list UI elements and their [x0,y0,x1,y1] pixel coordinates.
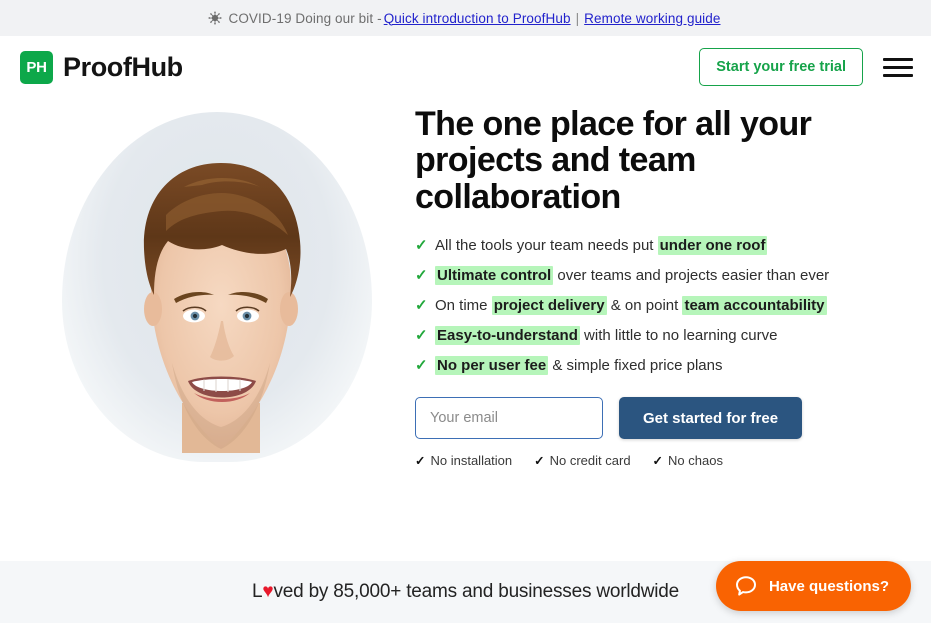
loved-suffix: ved by 85,000+ teams and businesses worl… [273,581,680,602]
heart-icon: ♥ [262,581,274,602]
highlighted-phrase: No per user fee [435,356,549,376]
assurance-label: No credit card [549,453,631,469]
plain-phrase: On time [435,297,492,315]
assurance-item: ✓ No credit card [534,453,630,468]
plain-phrase: with little to no learning curve [579,327,778,345]
covid-remote-guide-link[interactable]: Remote working guide [584,11,720,26]
chat-bubble-icon [734,574,758,598]
list-item: ✓ Ultimate control over teams and projec… [415,266,931,286]
site-header: PH ProofHub Start your free trial [0,36,931,98]
have-questions-chat-button[interactable]: Have questions? [715,561,911,611]
social-proof-band: L♥ved by 85,000+ teams and businesses wo… [0,561,931,623]
list-item: ✓ On time project delivery & on point te… [415,296,931,316]
hero-copy: The one place for all your projects and … [415,98,931,561]
proofhub-logo-mark: PH [20,50,53,84]
checkmark-icon: ✓ [415,267,428,285]
checkmark-icon: ✓ [415,327,428,345]
virus-icon [208,11,223,25]
loved-prefix: L [251,581,263,602]
checkmark-icon: ✓ [415,237,428,255]
plain-phrase: All the tools your team needs put [435,237,658,255]
highlighted-phrase: team accountability [682,296,827,316]
checkmark-icon: ✓ [415,297,428,315]
covid-banner-text: COVID-19 Doing our bit - [228,10,382,26]
checkmark-icon: ✓ [652,454,664,469]
hamburger-bar [883,65,913,69]
hero-visual [0,98,415,561]
benefit-text: No per user fee & simple fixed price pla… [435,356,723,376]
assurance-label: No chaos [668,453,723,469]
list-item: ✓ Easy-to-understand with little to no l… [415,326,931,346]
assurance-item: ✓ No chaos [653,453,723,468]
brand-logo[interactable]: PH ProofHub [20,50,183,84]
covid-separator: | [575,10,580,26]
proofhub-wordmark: ProofHub [63,51,183,82]
covid-intro-link[interactable]: Quick introduction to ProofHub [384,11,571,26]
start-free-trial-button[interactable]: Start your free trial [699,48,863,86]
plain-phrase: over teams and projects easier than ever [553,267,830,285]
get-started-button[interactable]: Get started for free [619,397,803,440]
hamburger-menu-icon[interactable] [883,54,913,81]
page-title: The one place for all your projects and … [415,105,812,216]
benefit-text: Ultimate control over teams and projects… [435,266,830,286]
benefit-text: All the tools your team needs put under … [435,236,768,256]
chat-widget-label: Have questions? [768,577,889,595]
signup-form: Get started for free [415,397,931,440]
checkmark-icon: ✓ [415,454,426,469]
plain-phrase: & simple fixed price plans [548,357,723,375]
benefit-text: Easy-to-understand with little to no lea… [435,326,778,346]
checkmark-icon: ✓ [415,357,428,375]
loved-by-text: L♥ved by 85,000+ teams and businesses wo… [252,581,679,603]
highlighted-phrase: Ultimate control [435,266,554,286]
list-item: ✓ No per user fee & simple fixed price p… [415,356,931,376]
email-field[interactable] [415,397,603,440]
hero-section: The one place for all your projects and … [0,98,931,561]
plain-phrase: & on point [606,297,683,315]
hamburger-bar [883,57,913,61]
benefits-list: ✓ All the tools your team needs put unde… [415,236,931,376]
highlighted-phrase: Easy-to-understand [435,326,580,346]
assurance-label: No installation [430,453,513,469]
header-actions: Start your free trial [699,48,913,86]
assurance-item: ✓ No installation [415,453,512,468]
hamburger-bar [883,73,913,77]
checkmark-icon: ✓ [534,454,545,469]
benefit-text: On time project delivery & on point team… [435,296,827,316]
highlighted-phrase: project delivery [491,296,607,316]
assurances-row: ✓ No installation ✓ No credit card ✓ No … [415,453,931,468]
highlighted-phrase: under one roof [657,236,768,256]
smiling-man-portrait [110,153,332,463]
list-item: ✓ All the tools your team needs put unde… [415,236,931,256]
covid-announcement-bar: COVID-19 Doing our bit - Quick introduct… [0,0,931,36]
